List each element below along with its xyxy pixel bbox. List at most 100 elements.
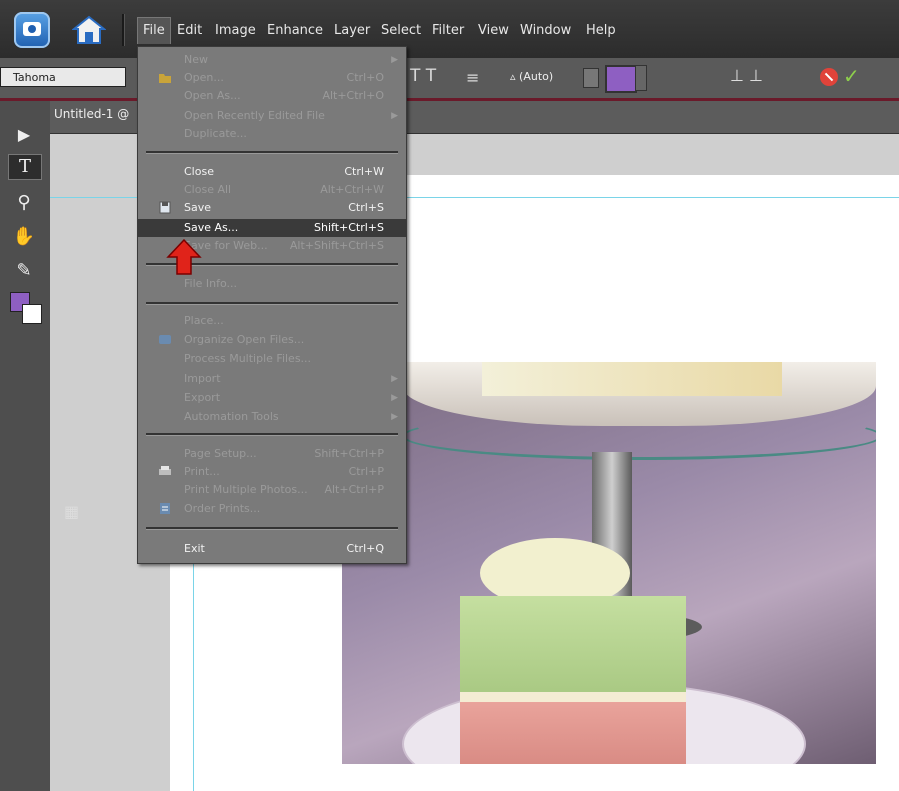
file-menu-item-new[interactable]: New ▶ xyxy=(138,51,406,69)
file-menu-item-duplicate[interactable]: Duplicate... xyxy=(138,125,406,143)
align-icon[interactable]: ≡ xyxy=(466,68,479,87)
menu-item-shortcut: Alt+Ctrl+W xyxy=(320,183,384,196)
file-menu-item-place[interactable]: Place... xyxy=(138,312,406,330)
menu-separator xyxy=(146,151,398,154)
anchor-handle-icon[interactable]: ▦ xyxy=(64,502,79,521)
menu-item-shortcut: Ctrl+O xyxy=(346,71,384,84)
file-menu-item-save[interactable]: Save Ctrl+S xyxy=(138,199,406,217)
file-menu-item-print[interactable]: Print... Ctrl+P xyxy=(138,463,406,481)
tool-options-bar: Tahoma T T ≡ ▵ (Auto) ⊥ ⊥ ✓ xyxy=(0,58,899,101)
commit-checkmark-icon[interactable]: ✓ xyxy=(843,64,860,88)
editor-window: File Edit Image Enhance Layer Select Fil… xyxy=(0,0,899,791)
menu-enhance[interactable]: Enhance xyxy=(267,23,323,39)
submenu-arrow-icon: ▶ xyxy=(391,374,398,384)
zoom-tool-icon[interactable]: ⚲ xyxy=(8,191,40,215)
file-menu-item-close[interactable]: Close Ctrl+W xyxy=(138,163,406,181)
cake-photo[interactable] xyxy=(342,362,876,764)
red-arrow-icon xyxy=(166,238,202,275)
menu-item-label: Close All xyxy=(184,183,232,196)
font-family-select[interactable]: Tahoma xyxy=(0,67,126,87)
text-color-dropdown[interactable] xyxy=(635,65,647,91)
menu-item-shortcut: Alt+Ctrl+O xyxy=(322,89,384,102)
text-color-swatch[interactable] xyxy=(605,65,637,93)
menu-item-shortcut: Ctrl+Q xyxy=(346,542,384,555)
hand-tool-icon[interactable]: ✋ xyxy=(8,225,40,249)
menu-item-label: Print Multiple Photos... xyxy=(184,483,308,496)
file-menu-item-open-recently-edited-file[interactable]: Open Recently Edited File ▶ xyxy=(138,107,406,125)
eyedropper-tool-icon[interactable]: ✎ xyxy=(8,259,40,283)
menu-item-label: New xyxy=(184,53,208,66)
menu-edit[interactable]: Edit xyxy=(177,23,202,39)
save-icon xyxy=(158,201,172,214)
menu-select[interactable]: Select xyxy=(381,23,421,39)
menu-view[interactable]: View xyxy=(478,23,509,39)
menu-item-label: Automation Tools xyxy=(184,410,279,423)
file-menu-item-file-info[interactable]: File Info... xyxy=(138,275,406,293)
cream-filling xyxy=(460,692,686,702)
text-style-icon[interactable]: T T xyxy=(410,66,436,86)
submenu-arrow-icon: ▶ xyxy=(391,393,398,403)
menu-filter[interactable]: Filter xyxy=(432,23,464,39)
move-tool-icon[interactable]: ▶ xyxy=(8,123,40,147)
leading-icon: ▵ xyxy=(510,70,520,83)
file-menu-item-save-as[interactable]: Save As... Shift+Ctrl+S xyxy=(138,219,406,237)
menu-divider xyxy=(122,14,125,46)
menu-item-label: Organize Open Files... xyxy=(184,333,305,346)
file-menu-item-open-as[interactable]: Open As... Alt+Ctrl+O xyxy=(138,87,406,105)
leading-field[interactable]: ▵ (Auto) xyxy=(510,67,580,87)
menu-item-label: Open... xyxy=(184,71,224,84)
folder-icon xyxy=(158,71,172,84)
menu-item-label: Print... xyxy=(184,465,220,478)
file-menu-item-open[interactable]: Open... Ctrl+O xyxy=(138,69,406,87)
file-menu-item-order-prints[interactable]: Order Prints... xyxy=(138,500,406,518)
printer-icon xyxy=(158,465,172,478)
menu-help[interactable]: Help xyxy=(586,23,616,39)
submenu-arrow-icon: ▶ xyxy=(391,412,398,422)
submenu-arrow-icon: ▶ xyxy=(391,111,398,121)
menu-item-label: File Info... xyxy=(184,277,238,290)
submenu-arrow-icon: ▶ xyxy=(391,55,398,65)
document-tab[interactable]: Untitled-1 @ xyxy=(54,107,129,121)
order-prints-icon xyxy=(158,502,172,515)
file-menu-item-organize-open-files[interactable]: Organize Open Files... xyxy=(138,331,406,349)
menu-item-label: Export xyxy=(184,391,221,404)
background-color-swatch[interactable] xyxy=(22,304,42,324)
menu-item-shortcut: Ctrl+P xyxy=(348,465,384,478)
home-icon[interactable] xyxy=(71,14,107,46)
file-menu-item-close-all[interactable]: Close All Alt+Ctrl+W xyxy=(138,181,406,199)
menu-item-label: Open As... xyxy=(184,89,241,102)
file-menu-item-import[interactable]: Import ▶ xyxy=(138,370,406,388)
leading-value: (Auto) xyxy=(519,70,554,83)
menu-item-shortcut: Ctrl+S xyxy=(348,201,384,214)
app-logo-icon[interactable] xyxy=(14,12,50,48)
menu-item-label: Save As... xyxy=(184,221,239,234)
organize-icon xyxy=(158,333,172,346)
cake-on-stand xyxy=(482,362,782,396)
file-menu-item-page-setup[interactable]: Page Setup... Shift+Ctrl+P xyxy=(138,445,406,463)
menu-layer[interactable]: Layer xyxy=(334,23,370,39)
menu-item-shortcut: Shift+Ctrl+S xyxy=(314,221,384,234)
menu-item-label: Save xyxy=(184,201,212,214)
file-menu-item-export[interactable]: Export ▶ xyxy=(138,389,406,407)
file-menu-item-automation-tools[interactable]: Automation Tools ▶ xyxy=(138,408,406,426)
pink-sponge-layer xyxy=(460,702,686,764)
leading-dropdown[interactable] xyxy=(583,68,599,88)
file-menu-item-exit[interactable]: Exit Ctrl+Q xyxy=(138,540,406,558)
green-sponge-layer xyxy=(460,596,686,694)
file-menu-item-print-multiple-photos[interactable]: Print Multiple Photos... Alt+Ctrl+P xyxy=(138,481,406,499)
menu-item-shortcut: Shift+Ctrl+P xyxy=(314,447,384,460)
type-tool-icon[interactable]: T xyxy=(8,154,42,180)
file-menu-item-process-multiple-files[interactable]: Process Multiple Files... xyxy=(138,350,406,368)
menu-item-label: Exit xyxy=(184,542,205,555)
menu-item-label: Open Recently Edited File xyxy=(184,109,325,122)
menu-image[interactable]: Image xyxy=(215,23,256,39)
menu-item-shortcut: Alt+Shift+Ctrl+S xyxy=(289,239,384,252)
menu-bar: File Edit Image Enhance Layer Select Fil… xyxy=(0,0,899,58)
menu-file[interactable]: File xyxy=(137,17,171,44)
cake-slice xyxy=(460,538,686,764)
menu-item-shortcut: Alt+Ctrl+P xyxy=(324,483,384,496)
warp-text-icon[interactable]: ⊥ ⊥ xyxy=(730,66,763,85)
cancel-icon[interactable] xyxy=(820,68,838,86)
file-menu-dropdown: New ▶ Open... Ctrl+O Open As... Alt+Ctrl+O Ope… xyxy=(137,46,407,564)
menu-window[interactable]: Window xyxy=(520,23,571,39)
